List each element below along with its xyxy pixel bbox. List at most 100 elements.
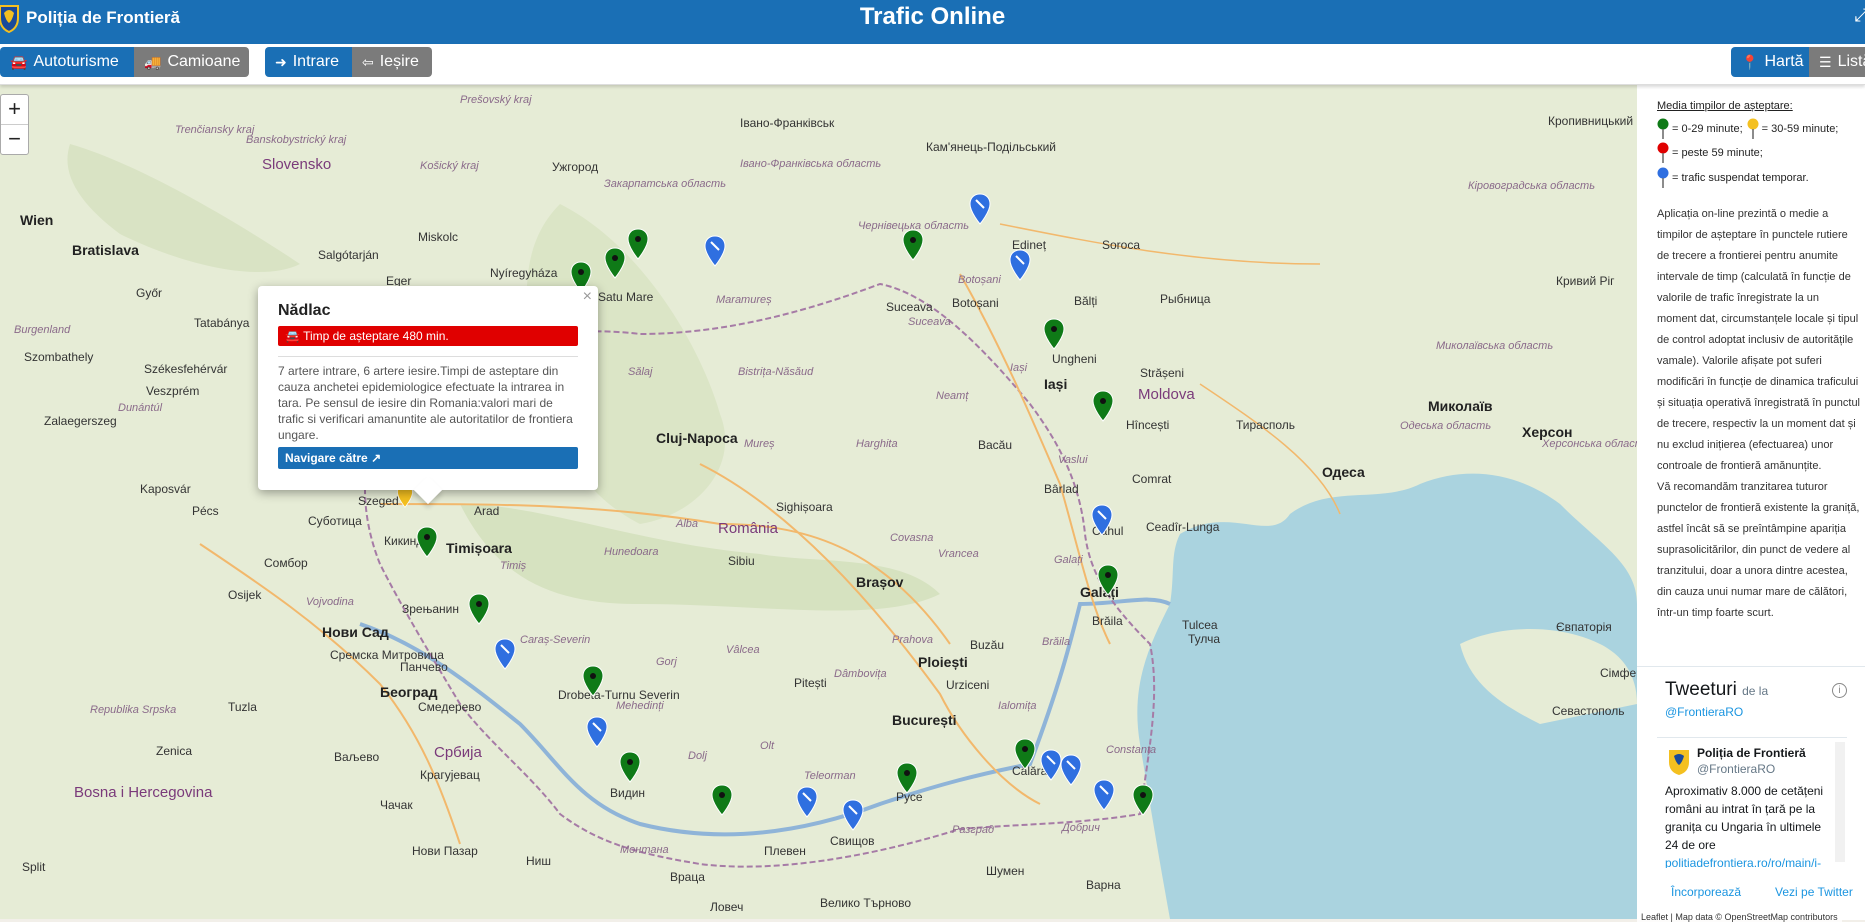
map-label: Ловеч	[710, 900, 744, 914]
zoom-out-button[interactable]: −	[1, 124, 28, 154]
border-crossing-marker[interactable]	[1097, 564, 1119, 596]
tweet[interactable]: Poliția de Frontieră @FrontieraRO Aproxi…	[1657, 737, 1847, 868]
zoom-control: + −	[0, 94, 29, 155]
map-label: Caraș-Severin	[520, 634, 591, 646]
view-on-twitter-link[interactable]: Vezi pe Twitter	[1775, 885, 1853, 899]
map-marker-icon: 📍	[1741, 53, 1759, 70]
map-label: Timișoara	[446, 540, 512, 556]
description-paragraph: Aplicația on-line prezintă o medie a tim…	[1657, 208, 1861, 472]
map-label: Bistrița-Năsăud	[738, 366, 814, 378]
border-crossing-marker[interactable]	[1093, 779, 1115, 811]
tweet-link[interactable]: politiadefrontiera.ro/ro/main/i-	[1665, 856, 1821, 868]
border-crossing-marker[interactable]	[1040, 749, 1062, 781]
yellow-pin-icon	[1747, 118, 1759, 139]
navigate-button[interactable]: Navigare către ↗	[278, 447, 578, 469]
border-crossing-marker[interactable]	[619, 751, 641, 783]
border-crossing-marker[interactable]	[1060, 754, 1082, 786]
car-icon: 🚘	[285, 329, 300, 343]
map-canvas[interactable]: Wien Bratislava Slovensko Trenčiansky kr…	[0, 84, 1637, 919]
map-label: Одеса	[1322, 464, 1365, 480]
scrollbar[interactable]	[1835, 742, 1845, 862]
map-label: Рыбница	[1160, 292, 1211, 306]
intrare-button[interactable]: ➜ Intrare	[265, 47, 352, 77]
twitter-handle-link[interactable]: @FrontieraRO	[1665, 705, 1743, 719]
map-label: Arad	[474, 504, 500, 518]
map-label: Košický kraj	[420, 160, 479, 172]
border-crossing-marker[interactable]	[604, 247, 626, 279]
wait-time-text: Timp de așteptare 480 min.	[303, 329, 449, 343]
description: Aplicația on-line prezintă o medie a tim…	[1657, 204, 1861, 624]
autoturisme-label: Autoturisme	[33, 53, 119, 70]
border-crossing-marker[interactable]	[1043, 318, 1065, 350]
close-icon[interactable]: ×	[583, 288, 592, 306]
border-crossing-marker[interactable]	[1092, 390, 1114, 422]
map-label: Євпаторія	[1556, 620, 1612, 634]
zoom-in-button[interactable]: +	[1, 95, 28, 124]
map-label: Miskolc	[418, 230, 459, 244]
legend-title: Media timpilor de așteptare:	[1657, 100, 1793, 112]
map-label: Székesfehérvár	[144, 362, 228, 376]
map-label: Zalaegerszeg	[44, 414, 117, 428]
map-label: Смедерево	[418, 700, 482, 714]
info-icon[interactable]: i	[1832, 683, 1847, 698]
map-attribution[interactable]: Leaflet | Map data © OpenStreetMap contr…	[1637, 912, 1842, 922]
map-label: Moldova	[1138, 386, 1195, 403]
map-label: Brașov	[856, 574, 904, 590]
border-crossing-marker[interactable]	[582, 665, 604, 697]
legend-row-red: = peste 59 minute;	[1657, 142, 1763, 164]
camioane-button[interactable]: 🚚 Camioane	[134, 47, 249, 77]
border-crossing-marker[interactable]	[704, 235, 726, 267]
map-label: Nyíregyháza	[490, 266, 558, 280]
map-label: Dâmbovița	[834, 668, 887, 680]
iesire-button[interactable]: ⇦ Ieșire	[352, 47, 432, 77]
map-label: Нови Пазар	[412, 844, 478, 858]
fullscreen-icon[interactable]: ⤢	[1855, 5, 1865, 26]
map-label: Зрењанин	[402, 602, 459, 616]
map-label: Tuzla	[228, 700, 257, 714]
border-crossing-marker[interactable]	[1014, 738, 1036, 770]
filter-toolbar: 🚘 Autoturisme 🚚 Camioane ➜ Intrare ⇦ Ieșire …	[0, 44, 1865, 85]
map-label: Ialomița	[998, 700, 1037, 712]
map-label: Mureș	[744, 438, 775, 450]
border-crossing-marker[interactable]	[416, 526, 438, 558]
map-label: Iași	[1044, 376, 1068, 392]
border-crossing-marker[interactable]	[586, 716, 608, 748]
map-label: Србија	[434, 744, 482, 761]
map-label: Sighișoara	[776, 500, 833, 514]
map-label: România	[718, 520, 779, 537]
twitter-title-text: Tweeturi	[1665, 679, 1737, 700]
embed-link[interactable]: Încorporează	[1671, 885, 1741, 899]
border-crossing-marker[interactable]	[896, 762, 918, 794]
map-label: Suceava	[908, 316, 951, 328]
map-label: Galați	[1054, 554, 1083, 566]
autoturisme-button[interactable]: 🚘 Autoturisme	[0, 47, 134, 77]
harta-button[interactable]: 📍 Hartă	[1731, 47, 1809, 77]
map-label: Teleorman	[804, 770, 856, 782]
border-crossing-marker[interactable]	[494, 638, 516, 670]
map-label: Olt	[760, 740, 775, 752]
border-crossing-marker[interactable]	[711, 784, 733, 816]
border-crossing-marker[interactable]	[796, 786, 818, 818]
border-crossing-marker[interactable]	[902, 229, 924, 261]
lista-label: Listă	[1837, 53, 1865, 70]
map-label: Разград	[952, 824, 995, 836]
border-crossing-marker[interactable]	[1009, 249, 1031, 281]
map-label: Шумен	[986, 864, 1025, 878]
border-crossing-marker[interactable]	[842, 799, 864, 831]
intrare-label: Intrare	[292, 53, 339, 70]
map-label: Ниш	[526, 854, 551, 868]
map-label: Кривий Ріг	[1556, 274, 1615, 288]
map-label: Севастополь	[1552, 704, 1625, 718]
border-crossing-marker[interactable]	[969, 193, 991, 225]
map-label: Veszprém	[146, 384, 200, 398]
lista-button[interactable]: ☰ Listă	[1809, 47, 1865, 77]
map-label: Ploiești	[918, 654, 968, 670]
border-crossing-marker[interactable]	[627, 228, 649, 260]
map-label: Dolj	[688, 750, 707, 762]
border-crossing-marker[interactable]	[468, 593, 490, 625]
legend-green-label: = 0-29 minute;	[1672, 123, 1743, 135]
border-crossing-marker[interactable]	[1132, 784, 1154, 816]
map-label: Zenica	[156, 744, 193, 758]
map-label: Iași	[1010, 362, 1028, 374]
border-crossing-marker[interactable]	[1091, 504, 1113, 536]
